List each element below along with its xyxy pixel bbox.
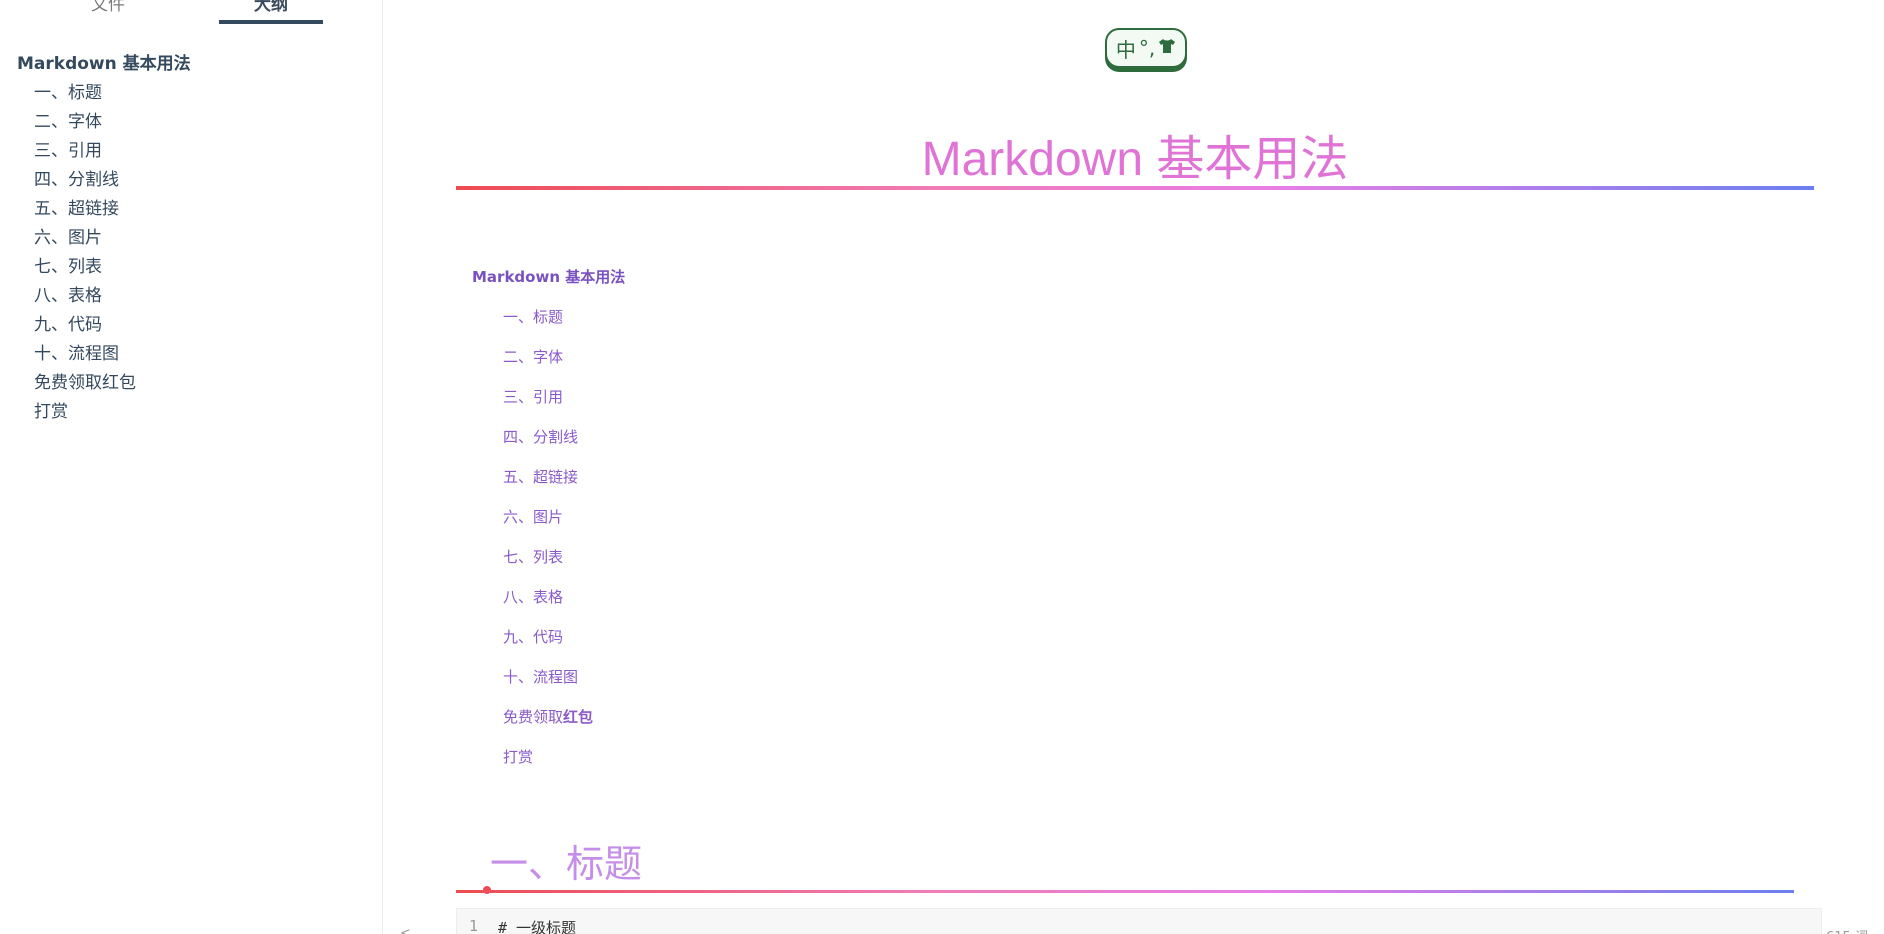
toc-link-markdown-basics[interactable]: Markdown 基本用法 (472, 262, 1072, 302)
section-heading-underline (456, 890, 1794, 893)
toc-link-red-packet-plain: 免费领取 (503, 708, 564, 726)
table-of-contents: Markdown 基本用法 一、标题 二、字体 三、引用 四、分割线 五、超链接… (472, 262, 1072, 782)
toc-link-lists[interactable]: 七、列表 (472, 542, 1072, 582)
tab-files[interactable]: 文件 (56, 0, 160, 24)
outline-item-markdown-basics[interactable]: Markdown 基本用法 (0, 50, 383, 79)
toc-link-images[interactable]: 六、图片 (472, 502, 1072, 542)
outline-item-images[interactable]: 六、图片 (0, 224, 383, 253)
toc-link-code[interactable]: 九、代码 (472, 622, 1072, 662)
shirt-icon (1158, 38, 1176, 59)
ime-status-badge[interactable]: 中 °, (1105, 28, 1187, 68)
sidebar-toggle-button[interactable]: < (400, 926, 411, 934)
toc-link-red-packet-strong: 红包 (563, 708, 594, 726)
outline-item-hyperlinks[interactable]: 五、超链接 (0, 195, 383, 224)
ime-punct-symbol: °, (1138, 36, 1156, 60)
toc-link-dividers[interactable]: 四、分割线 (472, 422, 1072, 462)
typora-window: 文件 大纲 Markdown 基本用法 一、标题 二、字体 三、引用 四、分割线… (0, 0, 1884, 934)
outline-item-dividers[interactable]: 四、分割线 (0, 166, 383, 195)
toc-link-fonts[interactable]: 二、字体 (472, 342, 1072, 382)
toc-link-tables[interactable]: 八、表格 (472, 582, 1072, 622)
sidebar: 文件 大纲 Markdown 基本用法 一、标题 二、字体 三、引用 四、分割线… (0, 0, 383, 934)
outline-item-quotes[interactable]: 三、引用 (0, 137, 383, 166)
toc-link-flowchart[interactable]: 十、流程图 (472, 662, 1072, 702)
word-count[interactable]: 615 词 (1826, 926, 1868, 934)
code-line-number: 1 (469, 917, 479, 934)
outline-item-flowchart[interactable]: 十、流程图 (0, 340, 383, 369)
outline-item-tip[interactable]: 打赏 (0, 398, 383, 427)
outline-item-code[interactable]: 九、代码 (0, 311, 383, 340)
section-heading-titles[interactable]: 一、标题 (490, 840, 642, 890)
title-underline (456, 186, 1814, 190)
code-line-text[interactable]: # 一级标题 (498, 917, 576, 934)
toc-link-hyperlinks[interactable]: 五、超链接 (472, 462, 1072, 502)
outline-list: Markdown 基本用法 一、标题 二、字体 三、引用 四、分割线 五、超链接… (0, 50, 383, 427)
outline-item-lists[interactable]: 七、列表 (0, 253, 383, 282)
editor-pane[interactable]: 中 °, Markdown 基本用法 Markdown 基本用法 一、标题 二、… (384, 0, 1884, 934)
outline-item-headings[interactable]: 一、标题 (0, 79, 383, 108)
tab-outline[interactable]: 大纲 (219, 0, 323, 24)
toc-link-red-packet[interactable]: 免费领取红包 (472, 702, 1072, 742)
toc-link-headings[interactable]: 一、标题 (472, 302, 1072, 342)
outline-item-red-packet[interactable]: 免费领取红包 (0, 369, 383, 398)
outline-item-fonts[interactable]: 二、字体 (0, 108, 383, 137)
toc-link-tip[interactable]: 打赏 (472, 742, 1072, 782)
toc-link-quotes[interactable]: 三、引用 (472, 382, 1072, 422)
ime-mode-char: 中 (1115, 37, 1136, 62)
outline-item-tables[interactable]: 八、表格 (0, 282, 383, 311)
document-title[interactable]: Markdown 基本用法 (456, 130, 1814, 190)
code-block[interactable]: 1 # 一级标题 (456, 908, 1822, 934)
sidebar-tabs: 文件 大纲 (0, 0, 383, 32)
